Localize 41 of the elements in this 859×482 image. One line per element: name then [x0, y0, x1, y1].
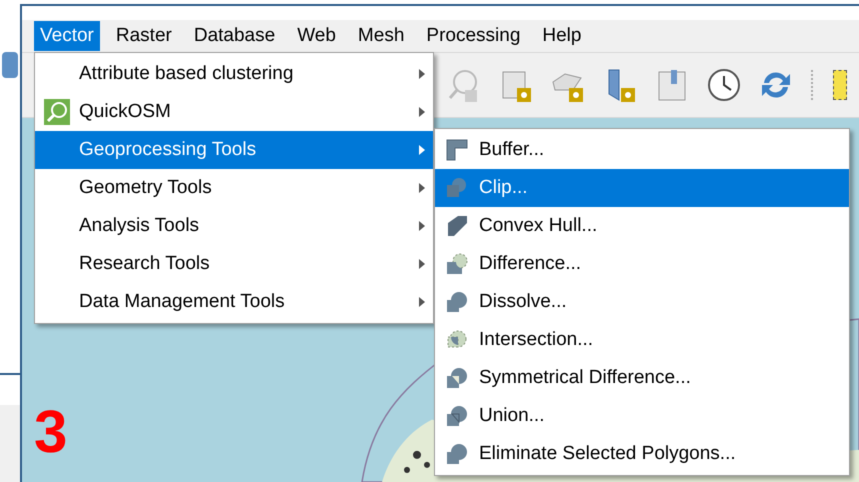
submenu-arrow-icon: [419, 69, 425, 79]
toolbar-icon[interactable]: [2, 52, 18, 78]
menu-item[interactable]: Research Tools: [35, 245, 433, 283]
menu-item[interactable]: Symmetrical Difference...: [435, 359, 849, 397]
selection-icon[interactable]: [833, 70, 847, 100]
menu-bar-item[interactable]: Mesh: [352, 21, 410, 51]
menu-bar-item[interactable]: Vector: [34, 21, 100, 51]
submenu-arrow-icon: [419, 297, 425, 307]
toolbar-grip-icon[interactable]: [811, 70, 815, 100]
geoprocessing-icon: [444, 403, 470, 429]
menu-bar-item[interactable]: Database: [188, 21, 282, 51]
menu-bar-item[interactable]: Processing: [420, 21, 526, 51]
menu-item[interactable]: Analysis Tools: [35, 207, 433, 245]
menu-item[interactable]: Geoprocessing Tools: [35, 131, 433, 169]
submenu-arrow-icon: [419, 183, 425, 193]
submenu-arrow-icon: [419, 259, 425, 269]
geoprocessing-icon: [444, 289, 470, 315]
menu-item[interactable]: Eliminate Selected Polygons...: [435, 435, 849, 473]
menu-item[interactable]: Convex Hull...: [435, 207, 849, 245]
menu-bar-item[interactable]: Help: [536, 21, 588, 51]
menu-item[interactable]: Attribute based clustering: [35, 55, 433, 93]
clock-icon[interactable]: [707, 68, 741, 102]
geoprocessing-icon: [444, 441, 470, 467]
menu-item[interactable]: Difference...: [435, 245, 849, 283]
menu-item[interactable]: Intersection...: [435, 321, 849, 359]
menu-item[interactable]: Buffer...: [435, 131, 849, 169]
submenu-arrow-icon: [419, 221, 425, 231]
step-number: 3: [34, 402, 68, 462]
geoprocessing-icon: [444, 365, 470, 391]
submenu-arrow-icon: [419, 107, 425, 117]
menu-bar-item[interactable]: Web: [291, 21, 342, 51]
menu-item[interactable]: Data Management Tools: [35, 283, 433, 321]
menu-item[interactable]: Union...: [435, 397, 849, 435]
menu-item[interactable]: Dissolve...: [435, 283, 849, 321]
menu-bar-item[interactable]: Raster: [110, 21, 178, 51]
menu-item[interactable]: QuickOSM: [35, 93, 433, 131]
geoprocessing-icon: [444, 251, 470, 277]
menu-item[interactable]: Clip...: [435, 169, 849, 207]
menu-item[interactable]: Geometry Tools: [35, 169, 433, 207]
submenu-arrow-icon: [419, 145, 425, 155]
geoprocessing-icon: [444, 137, 470, 163]
